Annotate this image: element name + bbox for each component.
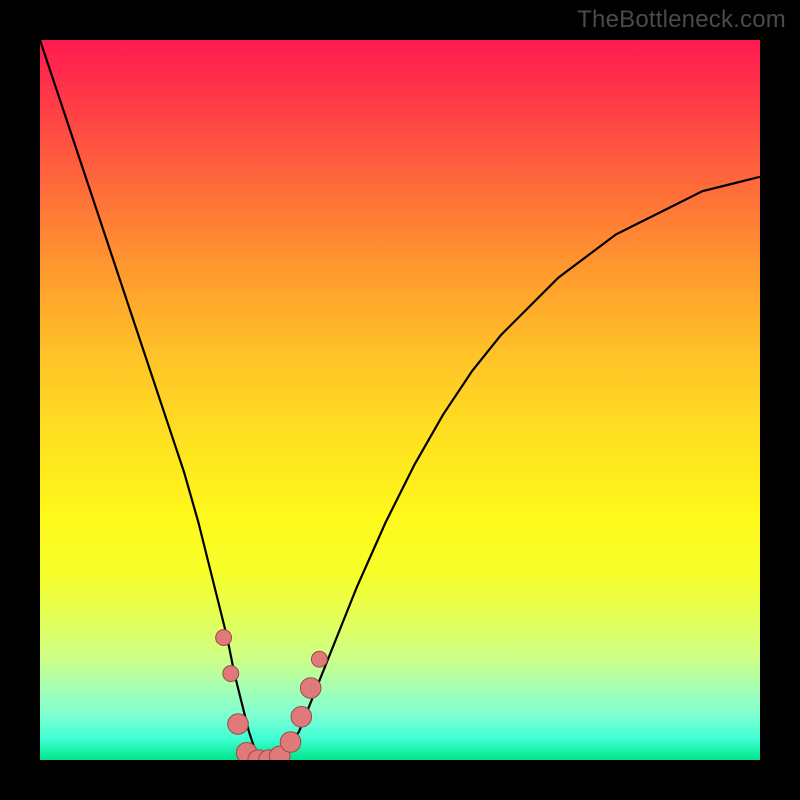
curve-marker: [300, 678, 321, 699]
curve-marker: [216, 630, 232, 646]
watermark-text: TheBottleneck.com: [577, 6, 786, 34]
curve-marker: [311, 651, 327, 667]
curve-marker: [223, 666, 239, 682]
curve-markers: [216, 630, 328, 760]
chart-frame: TheBottleneck.com: [0, 0, 800, 800]
curve-marker: [291, 707, 312, 728]
curve-layer: [40, 40, 760, 760]
curve-marker: [280, 732, 301, 753]
plot-area: [40, 40, 760, 760]
curve-marker: [228, 714, 249, 735]
bottleneck-curve: [40, 40, 760, 760]
